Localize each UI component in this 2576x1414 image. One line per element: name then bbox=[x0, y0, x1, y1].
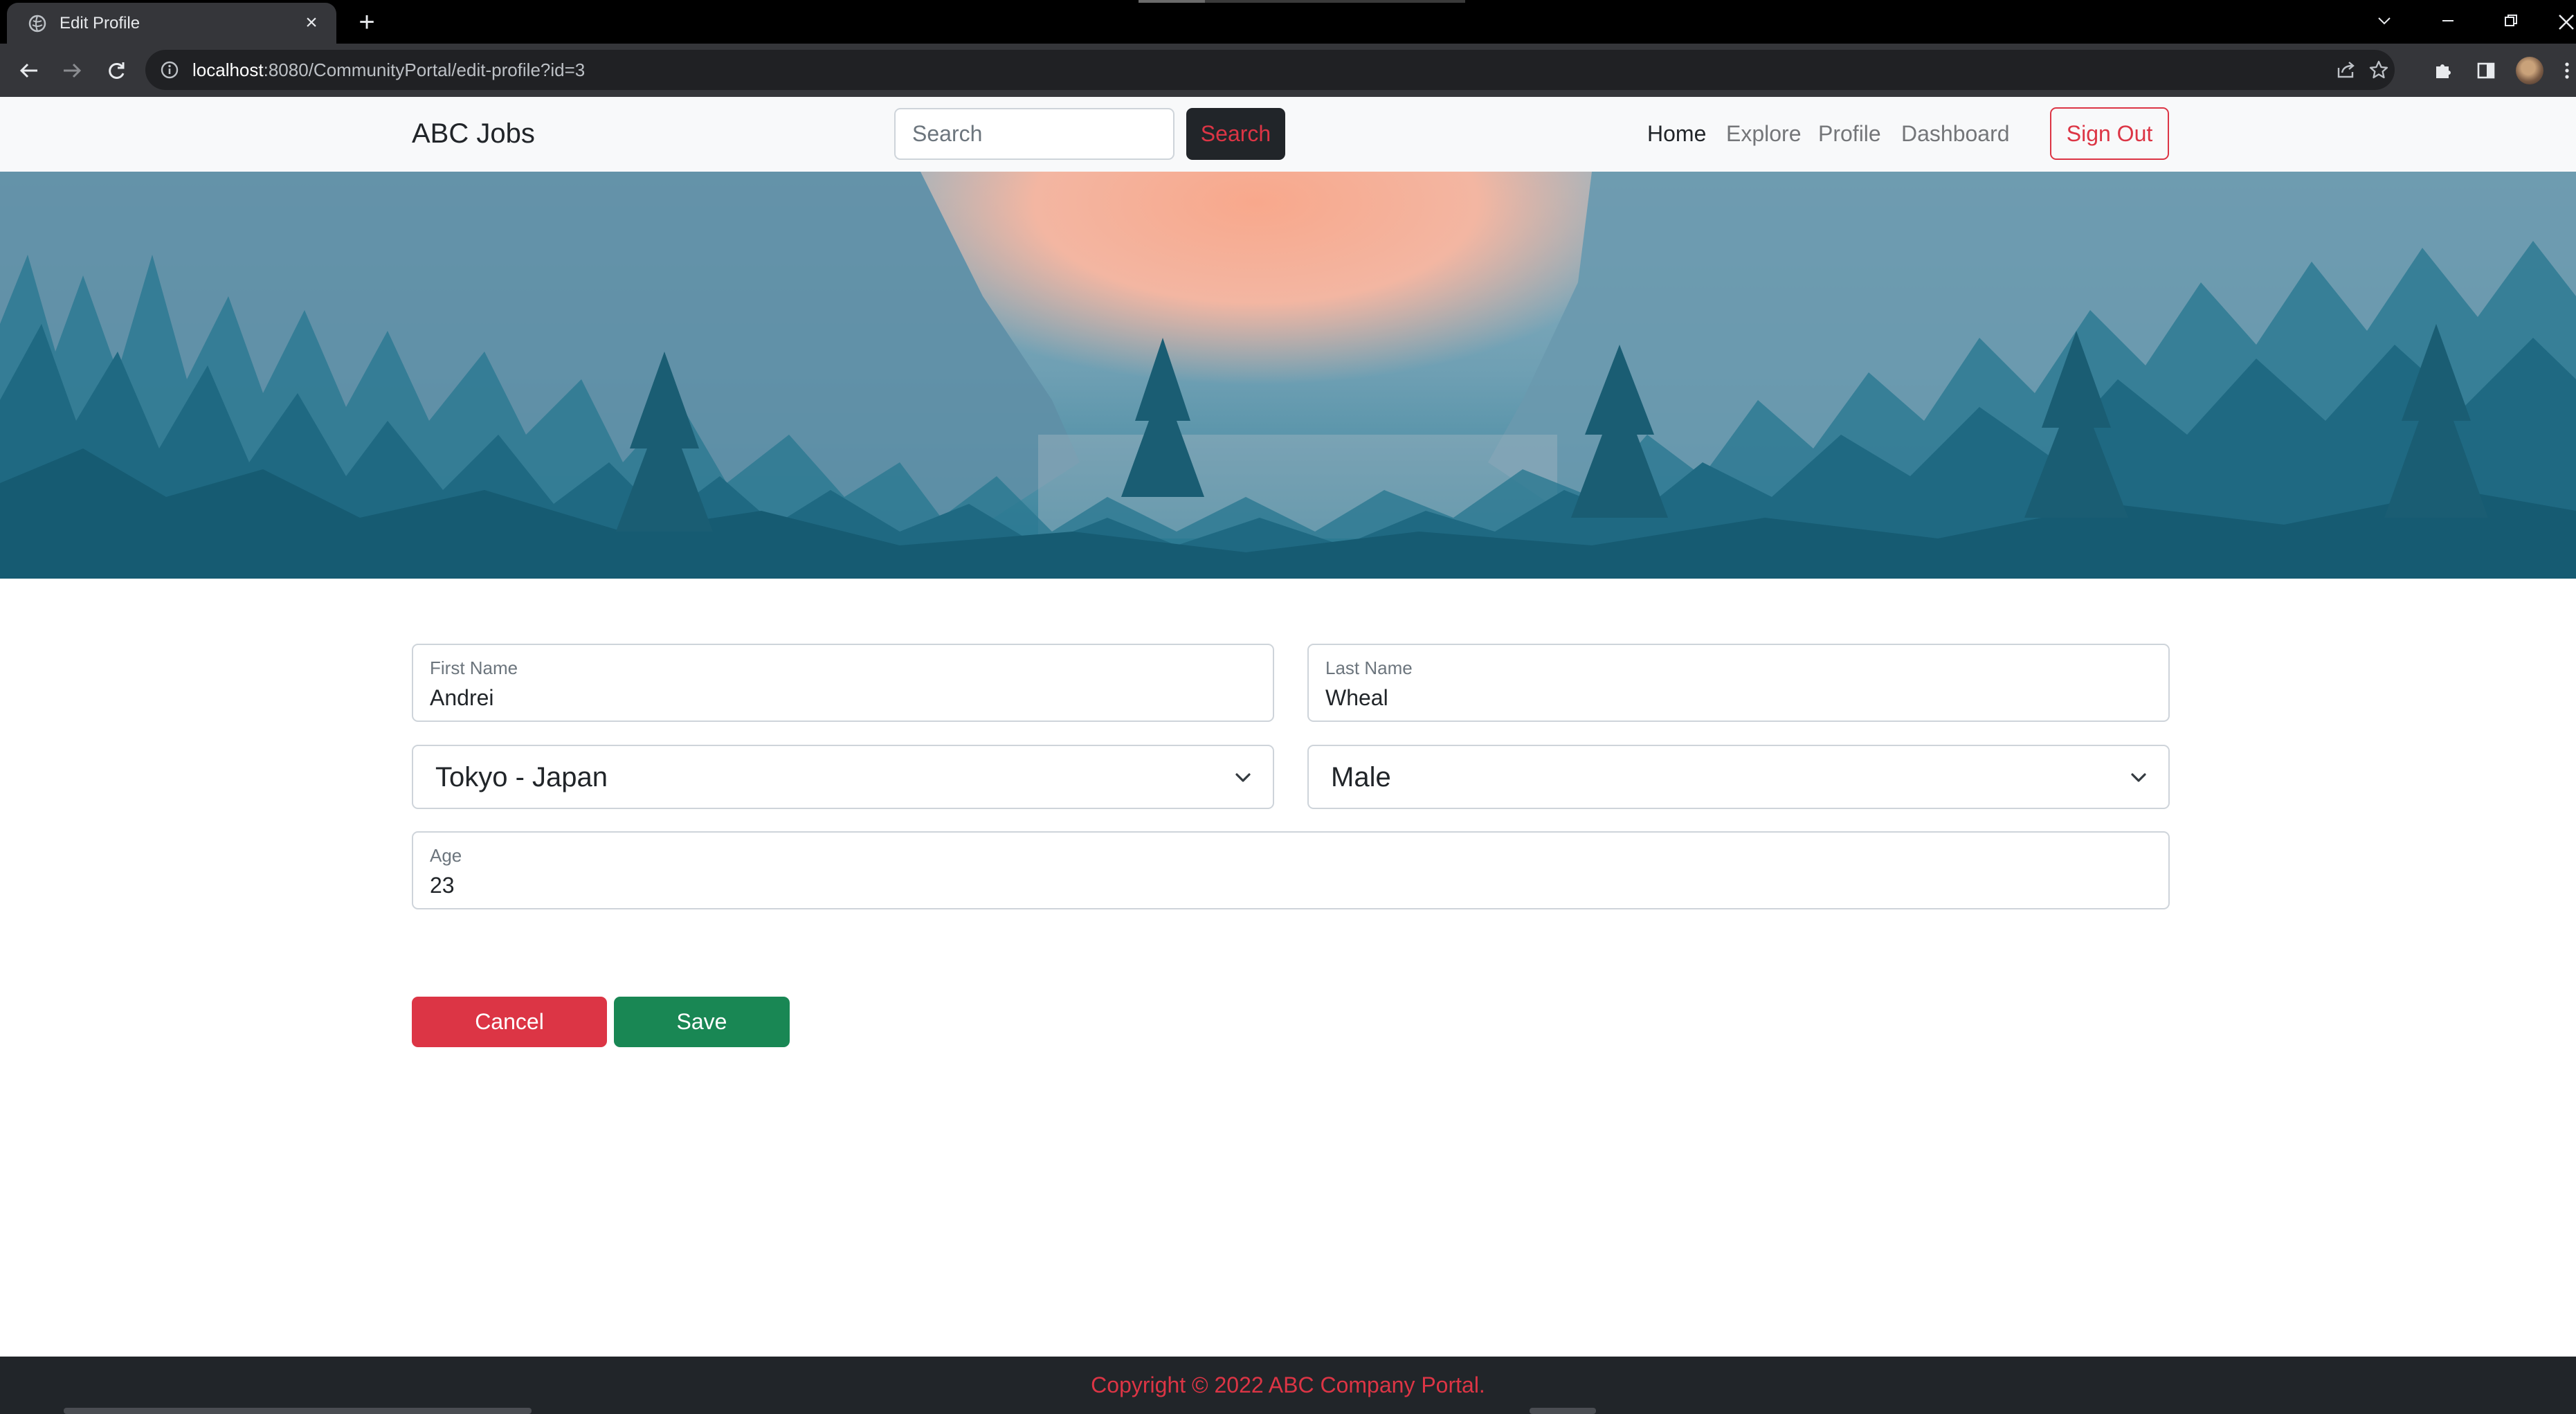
save-button[interactable]: Save bbox=[614, 997, 790, 1047]
hero-banner-image bbox=[0, 172, 2576, 579]
minimize-icon[interactable] bbox=[2434, 7, 2462, 35]
gender-select[interactable]: Male bbox=[1307, 745, 2170, 809]
share-icon[interactable] bbox=[2334, 58, 2358, 82]
chevron-down-icon[interactable] bbox=[2370, 7, 2398, 35]
first-name-label: First Name bbox=[430, 658, 518, 678]
browser-toolbar: localhost:8080/CommunityPortal/edit-prof… bbox=[0, 44, 2576, 97]
star-icon[interactable] bbox=[2367, 58, 2391, 82]
nav-link-dashboard[interactable]: Dashboard bbox=[1901, 119, 2010, 148]
forward-icon[interactable] bbox=[58, 57, 86, 84]
last-name-field[interactable]: Last Name Wheal bbox=[1307, 644, 2170, 722]
first-name-value[interactable]: Andrei bbox=[430, 684, 494, 711]
avatar[interactable] bbox=[2516, 57, 2543, 84]
tab-title: Edit Profile bbox=[60, 13, 140, 33]
close-window-icon[interactable] bbox=[2554, 7, 2576, 35]
location-selected-value: Tokyo - Japan bbox=[435, 762, 608, 792]
url-text[interactable]: localhost:8080/CommunityPortal/edit-prof… bbox=[192, 60, 585, 80]
brand-logo[interactable]: ABC Jobs bbox=[412, 118, 535, 149]
select-chevron-icon bbox=[1233, 767, 1253, 788]
restore-icon[interactable] bbox=[2497, 7, 2525, 35]
globe-icon bbox=[28, 14, 47, 33]
nav-link-explore[interactable]: Explore bbox=[1726, 119, 1802, 148]
age-label: Age bbox=[430, 845, 462, 866]
last-name-label: Last Name bbox=[1325, 658, 1413, 678]
age-value[interactable]: 23 bbox=[430, 871, 455, 899]
horizontal-scrollbar-marker bbox=[1530, 1408, 1596, 1414]
cancel-button[interactable]: Cancel bbox=[412, 997, 607, 1047]
gender-selected-value: Male bbox=[1331, 762, 1391, 792]
search-input[interactable] bbox=[894, 108, 1174, 160]
puzzle-icon[interactable] bbox=[2429, 57, 2457, 84]
address-bar[interactable]: localhost:8080/CommunityPortal/edit-prof… bbox=[145, 50, 2395, 90]
tab-strip-scroll-indicator bbox=[1139, 0, 1465, 3]
age-field[interactable]: Age 23 bbox=[412, 831, 2170, 909]
site-footer: Copyright © 2022 ABC Company Portal. bbox=[0, 1357, 2576, 1414]
copyright-text: Copyright © 2022 ABC Company Portal. bbox=[1091, 1372, 1485, 1397]
site-navbar: ABC Jobs Search Home Explore Profile Das… bbox=[0, 97, 2576, 172]
plus-icon[interactable]: + bbox=[353, 8, 381, 36]
horizontal-scrollbar-thumb[interactable] bbox=[64, 1408, 532, 1414]
last-name-value[interactable]: Wheal bbox=[1325, 684, 1388, 711]
select-chevron-icon bbox=[2128, 767, 2149, 788]
nav-link-home[interactable]: Home bbox=[1647, 119, 1706, 148]
close-icon[interactable]: × bbox=[302, 12, 321, 33]
side-panel-icon[interactable] bbox=[2472, 57, 2500, 84]
browser-tab-bar: Edit Profile × + bbox=[0, 0, 2576, 44]
browser-tab-active[interactable]: Edit Profile × bbox=[7, 3, 336, 44]
info-icon[interactable] bbox=[159, 60, 180, 80]
first-name-field[interactable]: First Name Andrei bbox=[412, 644, 1274, 722]
location-select[interactable]: Tokyo - Japan bbox=[412, 745, 1274, 809]
nav-link-profile[interactable]: Profile bbox=[1818, 119, 1881, 148]
search-button[interactable]: Search bbox=[1186, 108, 1285, 160]
reload-icon[interactable] bbox=[102, 57, 130, 84]
menu-dots-icon[interactable] bbox=[2557, 57, 2576, 84]
back-icon[interactable] bbox=[15, 57, 43, 84]
sign-out-button[interactable]: Sign Out bbox=[2050, 107, 2169, 160]
